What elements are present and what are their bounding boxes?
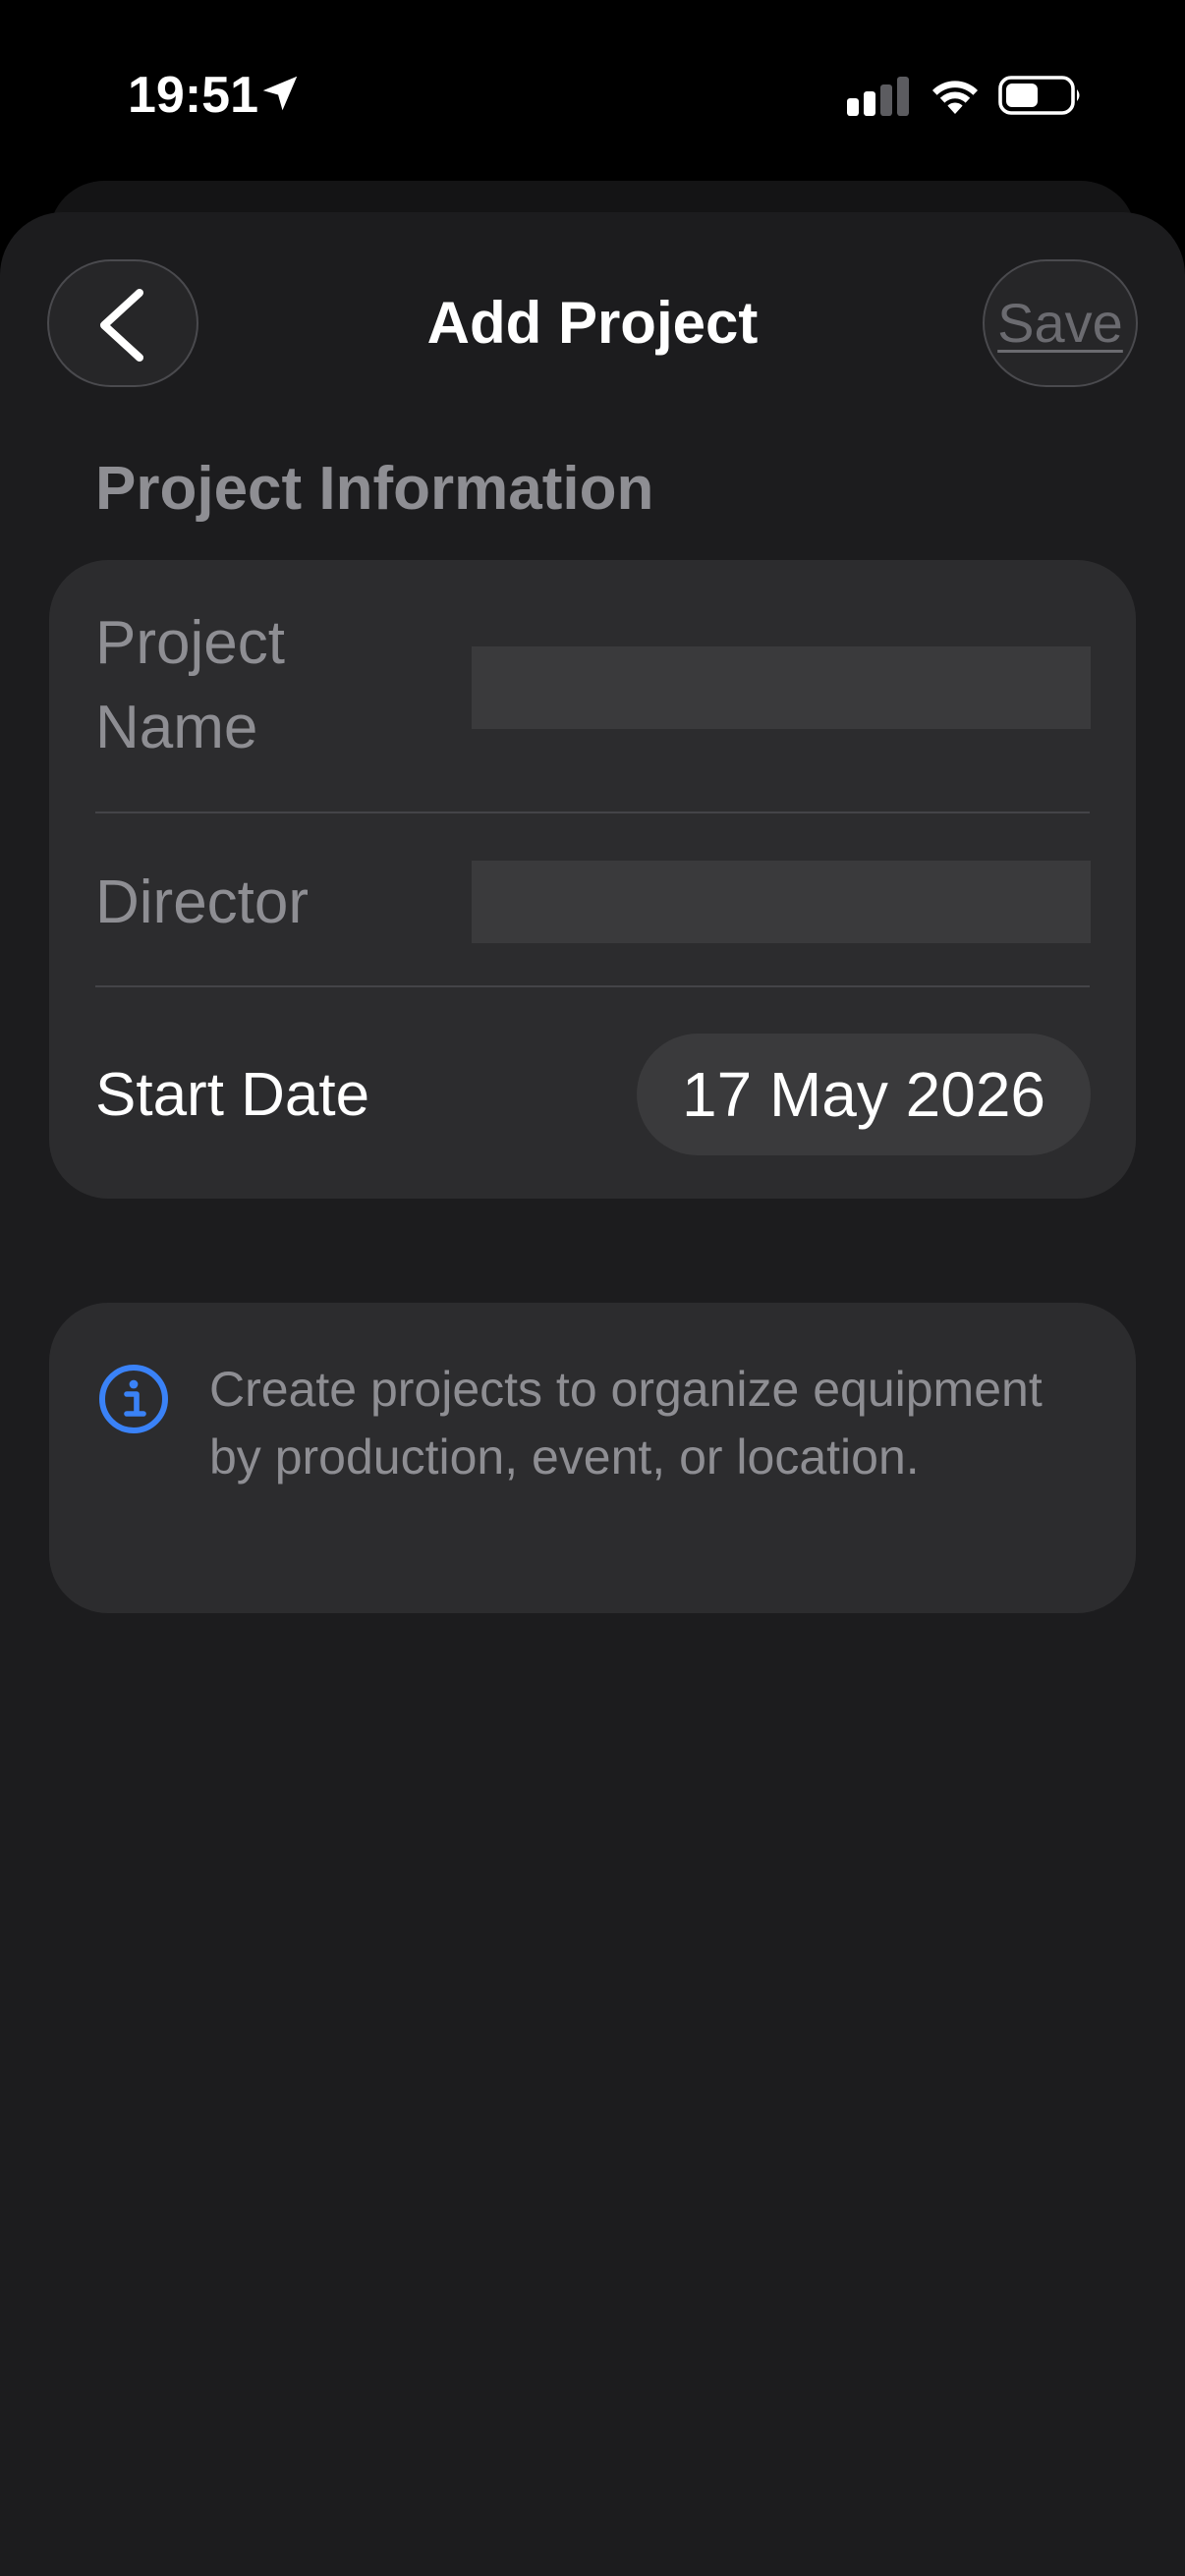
status-bar: 19:51 [0, 0, 1185, 187]
start-date-picker[interactable]: 17 May 2026 [637, 1034, 1091, 1155]
save-button[interactable]: Save [983, 259, 1138, 387]
status-time: 19:51 [128, 67, 258, 124]
row-divider [95, 985, 1090, 987]
screen: 19:51 Add Project Save Project Informati… [0, 0, 1185, 2576]
start-date-label: Start Date [95, 1061, 370, 1129]
battery-icon [998, 76, 1080, 115]
start-date-value: 17 May 2026 [681, 1059, 1046, 1130]
info-circle-icon [99, 1365, 168, 1433]
chevron-left-icon [100, 289, 143, 362]
section-header: Project Information [95, 455, 654, 523]
project-name-label-line2: Name [95, 694, 258, 761]
project-name-input[interactable] [472, 646, 1091, 729]
project-name-label-line1: Project [95, 609, 285, 677]
save-button-label: Save [997, 292, 1123, 354]
row-divider [95, 812, 1090, 813]
page-title: Add Project [426, 290, 759, 356]
wifi-icon [932, 81, 978, 114]
director-label: Director [95, 868, 310, 936]
cellular-signal-icon [847, 77, 909, 116]
location-arrow-icon [262, 76, 298, 111]
back-button[interactable] [47, 259, 198, 387]
info-text: Create projects to organize equipment by… [209, 1362, 1043, 1484]
director-input[interactable] [472, 861, 1091, 943]
